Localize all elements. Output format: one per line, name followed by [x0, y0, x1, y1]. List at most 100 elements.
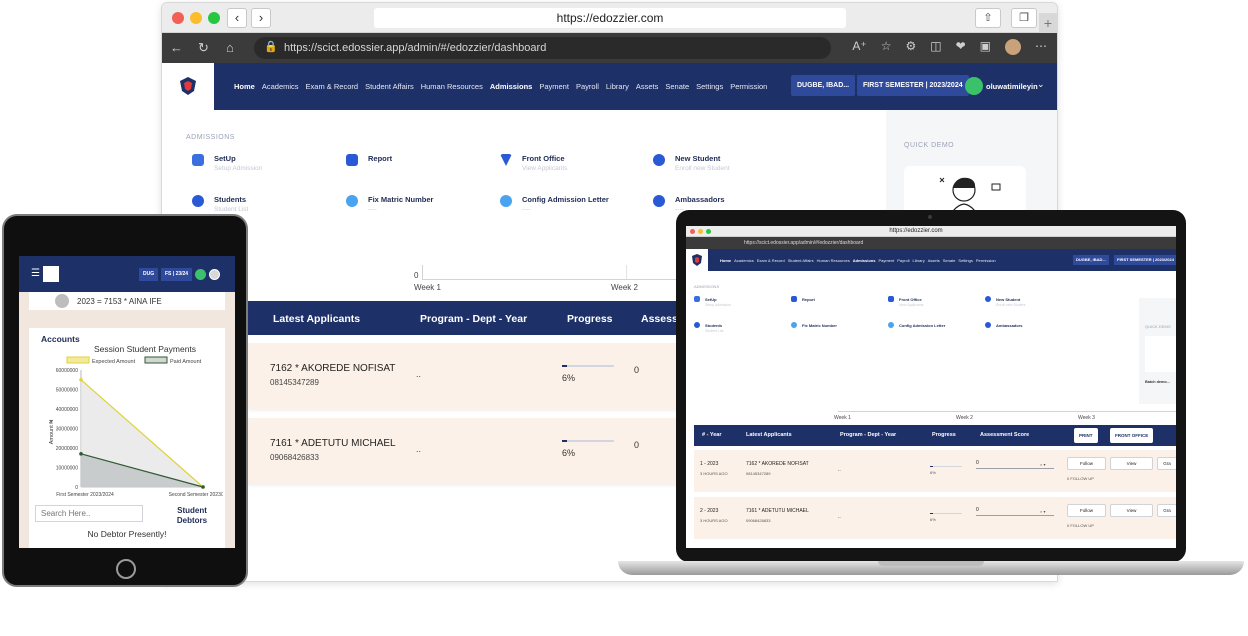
menu-student-affairs[interactable]: Student Affairs	[365, 82, 414, 91]
home-button[interactable]	[116, 559, 136, 579]
menu-payroll[interactable]: Payroll	[897, 258, 909, 263]
admission-setup[interactable]: SetUp Setup Admission	[694, 296, 731, 307]
chevron-down-icon[interactable]: ⌄	[1037, 79, 1045, 90]
follow-button[interactable]: Follow	[1067, 457, 1106, 470]
username[interactable]: oluwatimileyin	[986, 82, 1038, 91]
extension-icon[interactable]: ⚙	[905, 39, 916, 55]
admission-new-student[interactable]: New Student Enroll new Student	[985, 296, 1025, 307]
edge-address-bar[interactable]: 🔒 https://scict.edossier.app/admin/#/edo…	[254, 37, 831, 59]
menu-senate[interactable]: Senate	[943, 258, 956, 263]
menu-permission[interactable]: Permission	[730, 82, 767, 91]
admission-fix-matric[interactable]: Fix Matric Number	[791, 322, 837, 328]
menu-payment[interactable]: Payment	[878, 258, 894, 263]
table-row[interactable]: 2 - 2023 3 HOURS AGO 7161 * ADETUTU MICH…	[694, 497, 1176, 539]
admission-config-letter[interactable]: Config Admission Letter	[888, 322, 945, 328]
menu-payment[interactable]: Payment	[539, 82, 569, 91]
front-office-button[interactable]: FRONT OFFICE	[1110, 428, 1154, 443]
menu-student-affairs[interactable]: Student Affairs	[788, 258, 814, 263]
laptop-edge-url[interactable]: https://scict.edossier.app/admin/#/edozz…	[744, 240, 863, 246]
batch-demo-link[interactable]: Batch demo...	[1145, 380, 1170, 384]
menu-library[interactable]: Library	[912, 258, 924, 263]
tabs-overview-icon[interactable]: ❐	[1011, 8, 1037, 28]
semester-selector[interactable]: FS | 23/24	[161, 268, 193, 281]
campus-selector[interactable]: DUGBE, IBAD...	[791, 75, 856, 96]
menu-academics[interactable]: Academics	[262, 82, 299, 91]
menu-exam-record[interactable]: Exam & Record	[306, 82, 359, 91]
collections-icon[interactable]: ▣	[980, 39, 991, 55]
admission-new-student-sub: Enroll new Student	[675, 165, 730, 172]
close-window-button[interactable]	[172, 12, 184, 24]
read-aloud-icon[interactable]: A⁺	[852, 39, 866, 55]
menu-payroll[interactable]: Payroll	[576, 82, 599, 91]
notification-bell-icon[interactable]	[965, 77, 983, 95]
favorites-icon[interactable]: ❤	[956, 39, 966, 55]
mac-address-bar[interactable]: https://edozzier.com	[374, 8, 846, 28]
split-screen-icon[interactable]: ◫	[930, 39, 941, 55]
menu-human-resources[interactable]: Human Resources	[421, 82, 483, 91]
forward-arrow-icon[interactable]: ›	[251, 8, 271, 28]
admission-students[interactable]: Students Student List	[694, 322, 723, 333]
view-button[interactable]: View	[1110, 457, 1153, 470]
share-icon[interactable]: ⇧	[975, 8, 1001, 28]
quick-demo-card[interactable]	[1145, 336, 1176, 372]
menu-assets[interactable]: Assets	[636, 82, 659, 91]
zoom-window-button[interactable]	[208, 12, 220, 24]
menu-admissions[interactable]: Admissions	[853, 258, 876, 263]
menu-settings[interactable]: Settings	[958, 258, 972, 263]
follow-button[interactable]: Follow	[1067, 504, 1106, 517]
menu-academics[interactable]: Academics	[734, 258, 754, 263]
avatar[interactable]	[209, 269, 220, 280]
semester-selector[interactable]: FIRST SEMESTER | 2023/2024	[857, 75, 969, 96]
profile-avatar[interactable]	[1005, 39, 1021, 55]
score-input-underline[interactable]	[976, 468, 1054, 469]
assessment-score[interactable]: 0	[976, 460, 979, 466]
assessment-score[interactable]: 0	[634, 365, 639, 375]
new-tab-plus-icon[interactable]: +	[1039, 13, 1057, 33]
score-input-underline[interactable]	[976, 515, 1054, 516]
menu-senate[interactable]: Senate	[665, 82, 689, 91]
student-card[interactable]: 2023 = 7153 * AINA IFE	[29, 292, 225, 310]
minimize-window-button[interactable]	[698, 229, 703, 234]
clear-x-icon[interactable]: × ▾	[1040, 462, 1045, 467]
menu-assets[interactable]: Assets	[928, 258, 940, 263]
zoom-window-button[interactable]	[706, 229, 711, 234]
semester-selector[interactable]: FIRST SEMESTER | 2023/2024	[1114, 255, 1176, 265]
assessment-score[interactable]: 0	[976, 507, 979, 513]
view-button[interactable]: View	[1110, 504, 1153, 517]
favorite-star-icon[interactable]: ☆	[881, 39, 892, 55]
home-icon[interactable]: ⌂	[226, 40, 234, 56]
menu-human-resources[interactable]: Human Resources	[817, 258, 850, 263]
admission-ambassadors[interactable]: Ambassadors	[985, 322, 1022, 328]
hamburger-menu-icon[interactable]: ☰	[31, 268, 40, 279]
laptop-mac-url[interactable]: https://edozzier.com	[796, 228, 1036, 235]
menu-home[interactable]: Home	[720, 258, 731, 263]
table-row[interactable]: 1 - 2023 3 HOURS AGO 7162 * AKOREDE NOFI…	[694, 450, 1176, 492]
menu-exam-record[interactable]: Exam & Record	[757, 258, 785, 263]
back-arrow-icon[interactable]: ‹	[227, 8, 247, 28]
school-logo[interactable]	[43, 266, 59, 282]
admission-front-office[interactable]: Front Office View Applicants	[888, 296, 923, 307]
search-input[interactable]	[35, 505, 143, 522]
school-logo[interactable]	[686, 249, 708, 271]
school-logo[interactable]	[162, 63, 214, 110]
campus-selector[interactable]: DUGBE, IBAD...	[1073, 255, 1109, 265]
accounts-card: Accounts Session Student Payments Expecte…	[29, 328, 225, 548]
menu-settings[interactable]: Settings	[696, 82, 723, 91]
grade-button[interactable]: Gra	[1157, 457, 1176, 470]
admission-report[interactable]: Report	[791, 296, 815, 302]
print-button[interactable]: PRINT	[1074, 428, 1098, 443]
minimize-window-button[interactable]	[190, 12, 202, 24]
assessment-score[interactable]: 0	[634, 440, 639, 450]
menu-admissions[interactable]: Admissions	[490, 82, 533, 91]
menu-library[interactable]: Library	[606, 82, 629, 91]
notification-bell-icon[interactable]	[195, 269, 206, 280]
refresh-icon[interactable]: ↻	[198, 40, 209, 56]
menu-home[interactable]: Home	[234, 82, 255, 91]
campus-selector[interactable]: DUG	[139, 268, 159, 281]
clear-x-icon[interactable]: × ▾	[1040, 509, 1045, 514]
grade-button[interactable]: Gra	[1157, 504, 1176, 517]
more-menu-icon[interactable]: ⋯	[1035, 39, 1047, 55]
menu-permission[interactable]: Permission	[976, 258, 996, 263]
edge-back-icon[interactable]: ←	[170, 40, 183, 56]
close-window-button[interactable]	[690, 229, 695, 234]
